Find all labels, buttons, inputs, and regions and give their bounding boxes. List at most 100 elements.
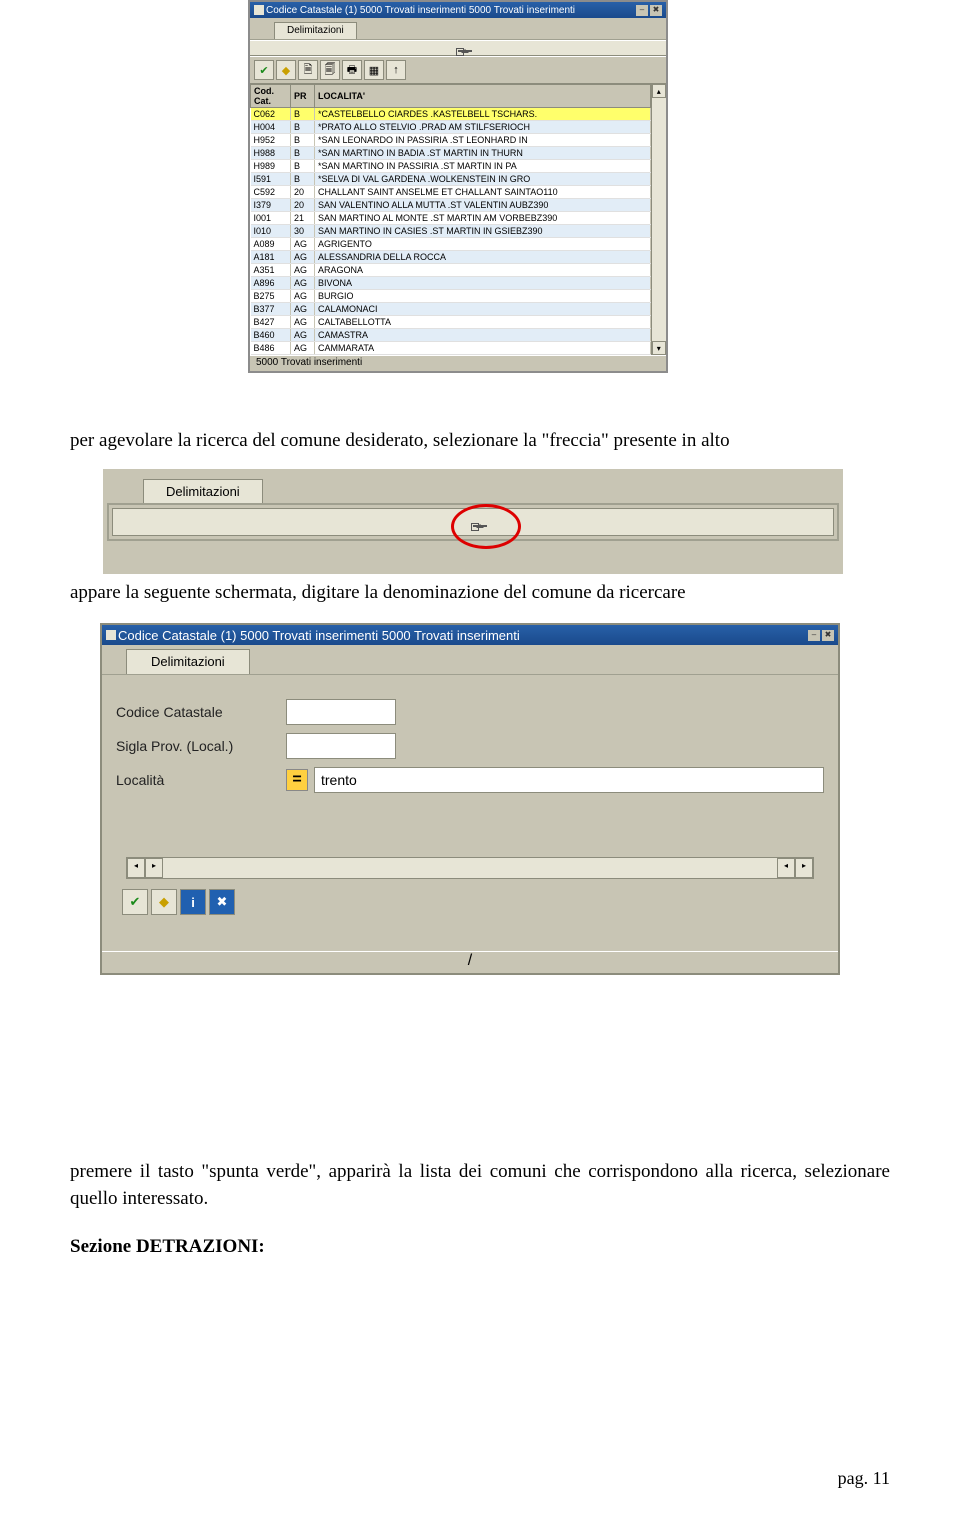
table-row[interactable]: B427AGCALTABELLOTTA: [251, 316, 651, 329]
table-header-row: Cod. Cat. PR LOCALITA': [251, 85, 651, 108]
table-cell: AG: [291, 238, 315, 251]
table-cell: B: [291, 121, 315, 134]
table-cell: A351: [251, 264, 291, 277]
tab-delimitazioni-fig3[interactable]: Delimitazioni: [126, 649, 250, 674]
table-cell: B: [291, 147, 315, 160]
tab-delimitazioni[interactable]: Delimitazioni: [274, 22, 357, 39]
table-cell: AG: [291, 316, 315, 329]
localita-input[interactable]: [314, 767, 824, 793]
table-cell: AGRIGENTO: [315, 238, 651, 251]
confirm-button-fig3[interactable]: ✔: [122, 889, 148, 915]
minimize-button[interactable]: –: [636, 5, 648, 16]
results-window: Codice Catastale (1) 5000 Trovati inseri…: [248, 0, 668, 373]
table-cell: I001: [251, 212, 291, 225]
table-cell: AG: [291, 251, 315, 264]
cancel-button[interactable]: ✖: [209, 889, 235, 915]
window-titlebar-fig3[interactable]: Codice Catastale (1) 5000 Trovati inseri…: [102, 625, 838, 645]
print-button[interactable]: 🖶: [342, 60, 362, 80]
export-button[interactable]: ↑: [386, 60, 406, 80]
window-title: Codice Catastale (1) 5000 Trovati inseri…: [266, 5, 575, 16]
window-titlebar[interactable]: Codice Catastale (1) 5000 Trovati inseri…: [250, 2, 666, 18]
expand-arrow-icon[interactable]: [458, 44, 470, 54]
window-title-fig3: Codice Catastale (1) 5000 Trovati inseri…: [118, 628, 520, 643]
sheet-button-1[interactable]: 🗎: [298, 60, 318, 80]
col-localita[interactable]: LOCALITA': [315, 85, 651, 108]
equals-button[interactable]: =: [286, 769, 308, 791]
table-row[interactable]: A181AGALESSANDRIA DELLA ROCCA: [251, 251, 651, 264]
diamond-button[interactable]: ◆: [276, 60, 296, 80]
table-row[interactable]: I37920SAN VALENTINO ALLA MUTTA .ST VALEN…: [251, 199, 651, 212]
table-cell: H004: [251, 121, 291, 134]
paragraph-2: appare la seguente schermata, digitare l…: [70, 582, 686, 604]
status-slash: /: [468, 952, 472, 973]
table-cell: 20: [291, 186, 315, 199]
table-row[interactable]: I01030SAN MARTINO IN CASIES .ST MARTIN I…: [251, 225, 651, 238]
table-cell: AG: [291, 303, 315, 316]
scroll-down-button[interactable]: ▾: [652, 341, 666, 355]
table-cell: AG: [291, 329, 315, 342]
label-codice: Codice Catastale: [116, 704, 286, 720]
app-icon-fig3: [106, 630, 116, 640]
table-cell: CALTABELLOTTA: [315, 316, 651, 329]
paragraph-4: Sezione DETRAZIONI:: [70, 1236, 265, 1258]
col-codcat[interactable]: Cod. Cat.: [251, 85, 291, 108]
expand-bar-fig2[interactable]: [112, 508, 834, 536]
table-cell: H988: [251, 147, 291, 160]
table-row[interactable]: A089AGAGRIGENTO: [251, 238, 651, 251]
table-row[interactable]: C062B*CASTELBELLO CIARDES .KASTELBELL TS…: [251, 108, 651, 121]
table-cell: B: [291, 108, 315, 121]
diamond-button-fig3[interactable]: ◆: [151, 889, 177, 915]
status-bar-fig3: /: [102, 951, 838, 973]
table-row[interactable]: B275AGBURGIO: [251, 290, 651, 303]
table-row[interactable]: B486AGCAMMARATA: [251, 342, 651, 355]
table-row[interactable]: C59220CHALLANT SAINT ANSELME ET CHALLANT…: [251, 186, 651, 199]
expand-bar[interactable]: [250, 40, 666, 56]
table-cell: I379: [251, 199, 291, 212]
table-cell: *SAN MARTINO IN PASSIRIA .ST MARTIN IN P…: [315, 160, 651, 173]
table-cell: *SELVA DI VAL GARDENA .WOLKENSTEIN IN GR…: [315, 173, 651, 186]
table-cell: AG: [291, 290, 315, 303]
tab-delimitazioni-fig2[interactable]: Delimitazioni: [143, 479, 263, 503]
scroll-right-2[interactable]: ▸: [795, 858, 813, 878]
scroll-up-button[interactable]: ▴: [652, 84, 666, 98]
table-cell: A089: [251, 238, 291, 251]
minimize-button-fig3[interactable]: –: [808, 630, 820, 641]
table-row[interactable]: A351AGARAGONA: [251, 264, 651, 277]
table-cell: CAMASTRA: [315, 329, 651, 342]
table-cell: H989: [251, 160, 291, 173]
close-button[interactable]: ✖: [650, 5, 662, 16]
codice-input[interactable]: [286, 699, 396, 725]
table-row[interactable]: I00121SAN MARTINO AL MONTE .ST MARTIN AM…: [251, 212, 651, 225]
table-row[interactable]: A896AGBIVONA: [251, 277, 651, 290]
sigla-input[interactable]: [286, 733, 396, 759]
confirm-button[interactable]: ✔: [254, 60, 274, 80]
status-text: 5000 Trovati inserimenti: [256, 357, 362, 368]
horizontal-scrollbar[interactable]: ◂ ▸ ◂ ▸: [126, 857, 814, 879]
sheet-button-2[interactable]: 🗐: [320, 60, 340, 80]
table-cell: *PRATO ALLO STELVIO .PRAD AM STILFSERIOC…: [315, 121, 651, 134]
status-bar: 5000 Trovati inserimenti: [250, 355, 666, 371]
table-row[interactable]: H989B*SAN MARTINO IN PASSIRIA .ST MARTIN…: [251, 160, 651, 173]
results-table[interactable]: Cod. Cat. PR LOCALITA' C062B*CASTELBELLO…: [250, 84, 651, 355]
table-cell: B427: [251, 316, 291, 329]
paragraph-3: premere il tasto "spunta verde", apparir…: [70, 1159, 890, 1212]
scroll-left-2[interactable]: ▸: [145, 858, 163, 878]
table-row[interactable]: H952B*SAN LEONARDO IN PASSIRIA .ST LEONH…: [251, 134, 651, 147]
info-button[interactable]: i: [180, 889, 206, 915]
table-cell: CHALLANT SAINT ANSELME ET CHALLANT SAINT…: [315, 186, 651, 199]
table-row[interactable]: H004B*PRATO ALLO STELVIO .PRAD AM STILFS…: [251, 121, 651, 134]
table-row[interactable]: I591B*SELVA DI VAL GARDENA .WOLKENSTEIN …: [251, 173, 651, 186]
table-cell: B: [291, 160, 315, 173]
table-cell: ALESSANDRIA DELLA ROCCA: [315, 251, 651, 264]
table-row[interactable]: H988B*SAN MARTINO IN BADIA .ST MARTIN IN…: [251, 147, 651, 160]
vertical-scrollbar[interactable]: ▴ ▾: [651, 84, 666, 355]
table-cell: I010: [251, 225, 291, 238]
scroll-left-1[interactable]: ◂: [127, 858, 145, 878]
grid-button[interactable]: ▦: [364, 60, 384, 80]
table-row[interactable]: B460AGCAMASTRA: [251, 329, 651, 342]
scroll-right-1[interactable]: ◂: [777, 858, 795, 878]
close-button-fig3[interactable]: ✖: [822, 630, 834, 641]
table-row[interactable]: B377AGCALAMONACI: [251, 303, 651, 316]
col-pr[interactable]: PR: [291, 85, 315, 108]
table-cell: B486: [251, 342, 291, 355]
